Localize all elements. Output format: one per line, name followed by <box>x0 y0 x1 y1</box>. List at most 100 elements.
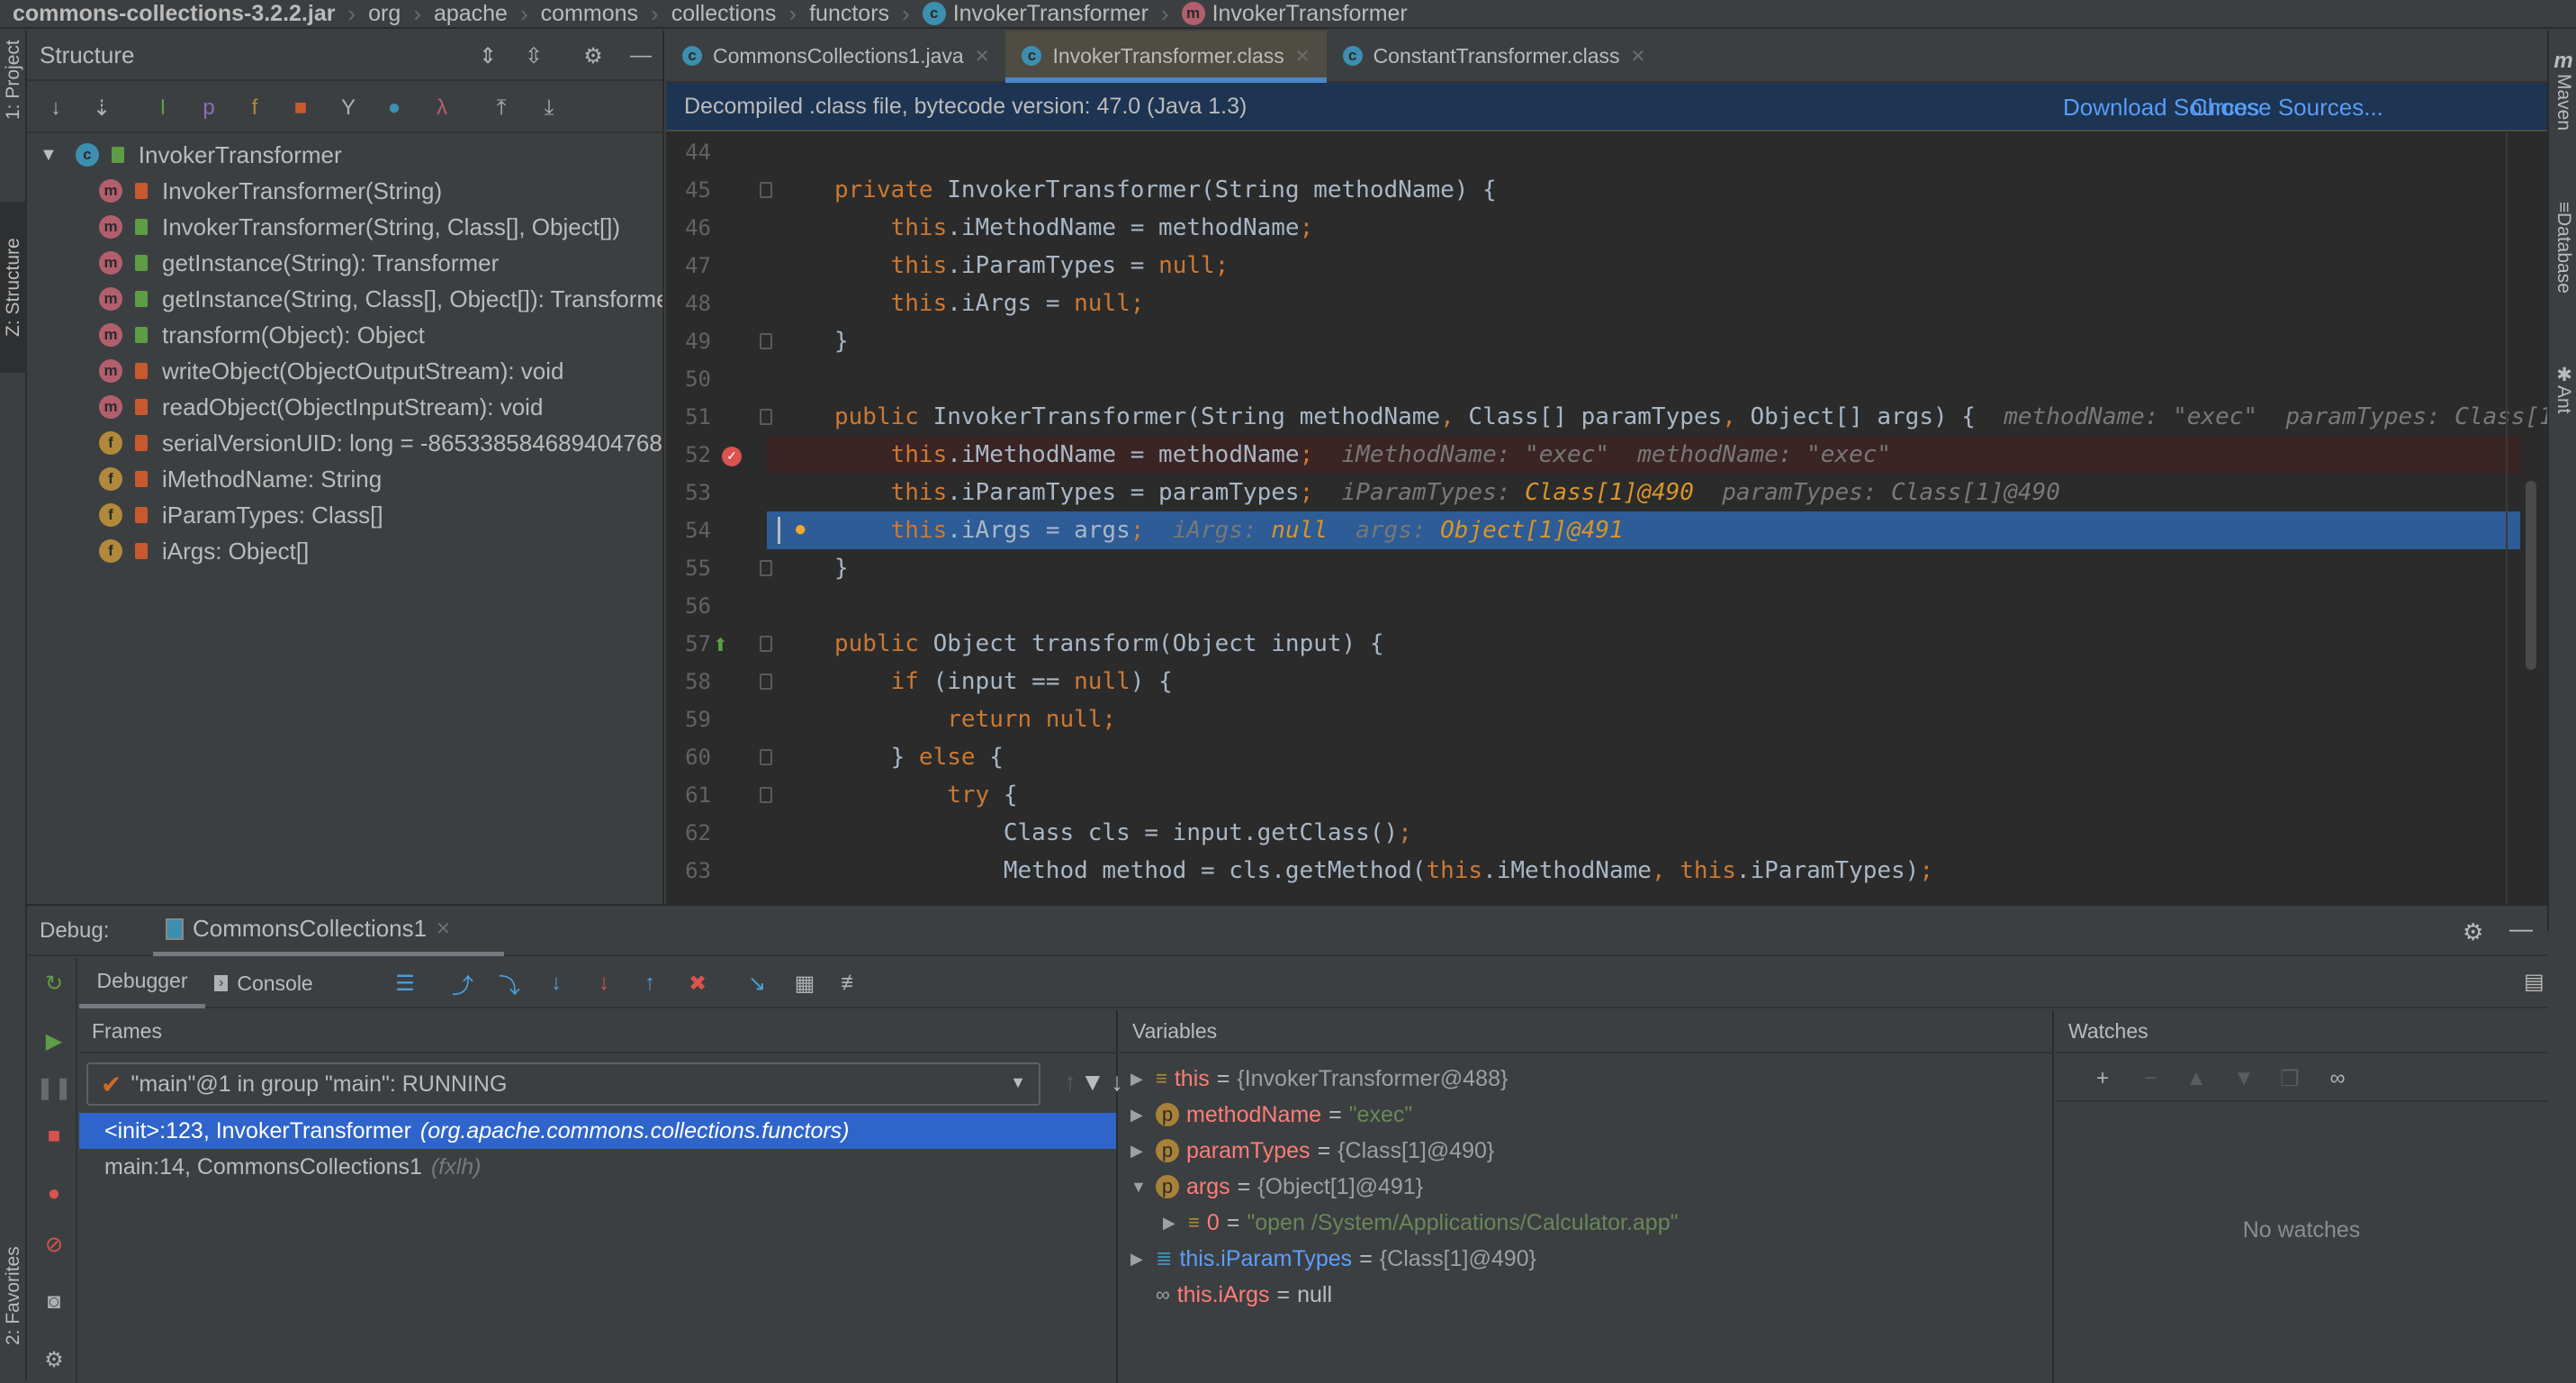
show-inherited-icon[interactable]: I <box>147 92 179 124</box>
frame-item[interactable]: <init>:123, InvokerTransformer (org.apach… <box>79 1113 1116 1149</box>
code-area[interactable]: 44 45 private InvokerTransformer(String me… <box>666 133 2547 904</box>
override-icon[interactable]: ⬆ <box>713 634 728 656</box>
resume-icon[interactable]: ▶ <box>38 1025 70 1057</box>
trace-icon[interactable]: ≢ <box>835 967 868 999</box>
tree-item[interactable]: f serialVersionUID: long = -8653385846894… <box>99 425 662 461</box>
debug-session-tab[interactable]: CommonsCollections1 ✕ <box>153 906 504 956</box>
fold-marker-icon[interactable] <box>760 182 772 198</box>
breadcrumb-item[interactable]: collections <box>671 1 777 27</box>
fold-marker-icon[interactable] <box>760 409 772 425</box>
variable-row[interactable]: ▼ p args = {Object[1]@491} <box>1130 1169 1423 1205</box>
tool-window-structure[interactable]: Z: Structure <box>0 202 27 373</box>
tree-item[interactable]: m InvokerTransformer(String) <box>99 173 442 209</box>
show-execution-point-icon[interactable]: ⤴ <box>446 967 479 999</box>
editor-scrollbar[interactable] <box>2526 481 2536 670</box>
duplicate-icon[interactable]: ❐ <box>2274 1062 2306 1095</box>
tree-root[interactable]: ▼ c InvokerTransformer <box>40 137 342 173</box>
variable-row[interactable]: ▶ ≣ this.iParamTypes = {Class[1]@490} <box>1130 1241 1536 1277</box>
sort-alphabetically-icon[interactable]: ⇣ <box>86 92 118 124</box>
collapse-all-icon[interactable]: ⇳ <box>518 40 550 72</box>
expand-arrow-icon[interactable]: ▼ <box>40 145 58 166</box>
tool-window-ant[interactable]: ✱ Ant <box>2551 364 2576 445</box>
variable-row[interactable]: ∞ this.iArgs = null <box>1130 1277 1332 1313</box>
breadcrumb-item[interactable]: org <box>368 1 401 27</box>
tab-invokertransformer-class[interactable]: c InvokerTransformer.class ✕ <box>1005 31 1327 83</box>
close-tab-icon[interactable]: ✕ <box>1295 45 1311 68</box>
tool-window-database[interactable]: ≡ Database <box>2551 202 2576 337</box>
minimize-icon[interactable]: — <box>625 40 657 72</box>
tree-item[interactable]: m getInstance(String): Transformer <box>99 245 499 281</box>
breadcrumb-item[interactable]: apache <box>434 1 508 27</box>
fold-marker-icon[interactable] <box>760 749 772 765</box>
close-session-icon[interactable]: ✕ <box>436 917 451 940</box>
tree-item[interactable]: m readObject(ObjectInputStream): void <box>99 389 543 425</box>
tree-item[interactable]: f iArgs: Object[] <box>99 533 309 569</box>
expand-arrow-icon[interactable]: ▶ <box>1130 1250 1150 1269</box>
show-non-public-icon[interactable]: ■ <box>284 92 317 124</box>
breakpoint-icon[interactable]: ✓ <box>722 447 742 466</box>
collapse-arrow-icon[interactable]: ▼ <box>1130 1178 1150 1197</box>
expand-arrow-icon[interactable]: ▶ <box>1130 1070 1150 1089</box>
close-tab-icon[interactable]: ✕ <box>1631 45 1646 68</box>
step-out-icon[interactable]: ↑ <box>634 967 666 999</box>
mute-breakpoints-icon[interactable]: ⊘ <box>38 1228 70 1261</box>
choose-sources-link[interactable]: Choose Sources... <box>2191 94 2383 122</box>
sort-by-visibility-icon[interactable]: ↓ <box>40 92 72 124</box>
variable-row[interactable]: ▶ ≡ this = {InvokerTransformer@488} <box>1130 1061 1508 1097</box>
autoscroll-from-source-icon[interactable]: ⤓ <box>533 92 565 124</box>
tree-item[interactable]: m getInstance(String, Class[], Object[]):… <box>99 281 662 317</box>
show-anonymous-icon[interactable]: ● <box>378 92 410 124</box>
debug-settings-icon[interactable]: ⚙ <box>2463 918 2483 946</box>
evaluate-expression-icon[interactable]: ▦ <box>788 967 821 999</box>
previous-frame-icon[interactable]: ↑ <box>1064 1068 1076 1097</box>
view-breakpoints-icon[interactable]: ● <box>38 1178 70 1210</box>
tree-item[interactable]: f iMethodName: String <box>99 461 382 497</box>
tree-item[interactable]: m transform(Object): Object <box>99 317 425 353</box>
tool-window-maven[interactable]: m Maven <box>2551 49 2576 166</box>
expand-arrow-icon[interactable]: ▶ <box>1130 1106 1150 1125</box>
show-lambdas-icon[interactable]: Y <box>332 92 365 124</box>
show-lambda-icon[interactable]: λ <box>426 92 458 124</box>
breadcrumb-item[interactable]: commons <box>541 1 638 27</box>
step-over-icon[interactable]: ⤵ <box>493 967 526 999</box>
glasses-icon[interactable]: ∞ <box>2321 1062 2354 1095</box>
autoscroll-to-source-icon[interactable]: ⤒ <box>485 92 518 124</box>
layout-icon[interactable]: ☰ <box>389 967 421 999</box>
restore-layout-icon[interactable]: ▤ <box>2524 969 2544 995</box>
breadcrumb-item[interactable]: commons-collections-3.2.2.jar <box>13 1 335 27</box>
fold-marker-icon[interactable] <box>760 636 772 652</box>
remove-icon[interactable]: − <box>2134 1062 2166 1095</box>
tab-console[interactable]: › Console <box>214 958 313 1008</box>
gear-icon[interactable]: ⚙ <box>577 40 609 72</box>
thread-selector[interactable]: ✔ "main"@1 in group "main": RUNNING ▼ <box>86 1062 1040 1106</box>
expand-arrow-icon[interactable]: ▶ <box>1130 1142 1150 1161</box>
show-properties-icon[interactable]: p <box>193 92 225 124</box>
breadcrumb-item[interactable]: m InvokerTransformer <box>1181 1 1408 27</box>
stop-icon[interactable]: ■ <box>38 1120 70 1152</box>
debug-minimize-icon[interactable]: — <box>2509 915 2533 943</box>
tab-commonscollections1-java[interactable]: c CommonsCollections1.java ✕ <box>666 31 1005 81</box>
expand-arrow-icon[interactable]: ▶ <box>1163 1214 1183 1233</box>
camera-icon[interactable]: ◙ <box>38 1286 70 1318</box>
variable-row[interactable]: ▶ ≡ 0 = "open /System/Applications/Calculato… <box>1163 1205 1679 1241</box>
close-tab-icon[interactable]: ✕ <box>975 45 990 68</box>
tree-item[interactable]: m writeObject(ObjectOutputStream): void <box>99 353 564 389</box>
breadcrumb-item[interactable]: functors <box>809 1 889 27</box>
step-into-icon[interactable]: ↓ <box>540 967 572 999</box>
run-to-cursor-icon[interactable]: ↘ <box>741 967 773 999</box>
show-fields-icon[interactable]: f <box>239 92 271 124</box>
tab-debugger[interactable]: Debugger <box>79 958 205 1008</box>
tool-window-project[interactable]: 1: Project <box>0 31 27 130</box>
move-down-icon[interactable]: ▼ <box>2228 1062 2260 1095</box>
drop-frame-icon[interactable]: ✖ <box>681 967 714 999</box>
move-up-icon[interactable]: ▲ <box>2180 1062 2212 1095</box>
tab-constanttransformer-class[interactable]: c ConstantTransformer.class ✕ <box>1327 31 1662 81</box>
pause-icon[interactable]: ❚❚ <box>36 1071 72 1104</box>
add-icon[interactable]: + <box>2086 1062 2119 1095</box>
frame-item[interactable]: main:14, CommonsCollections1 (fxlh) <box>79 1149 1116 1185</box>
fold-marker-icon[interactable] <box>760 787 772 803</box>
fold-marker-icon[interactable] <box>760 560 772 576</box>
settings-icon[interactable]: ⚙ <box>38 1343 70 1376</box>
fold-marker-icon[interactable] <box>760 673 772 690</box>
tool-window-favorites[interactable]: 2: Favorites <box>0 1210 27 1381</box>
